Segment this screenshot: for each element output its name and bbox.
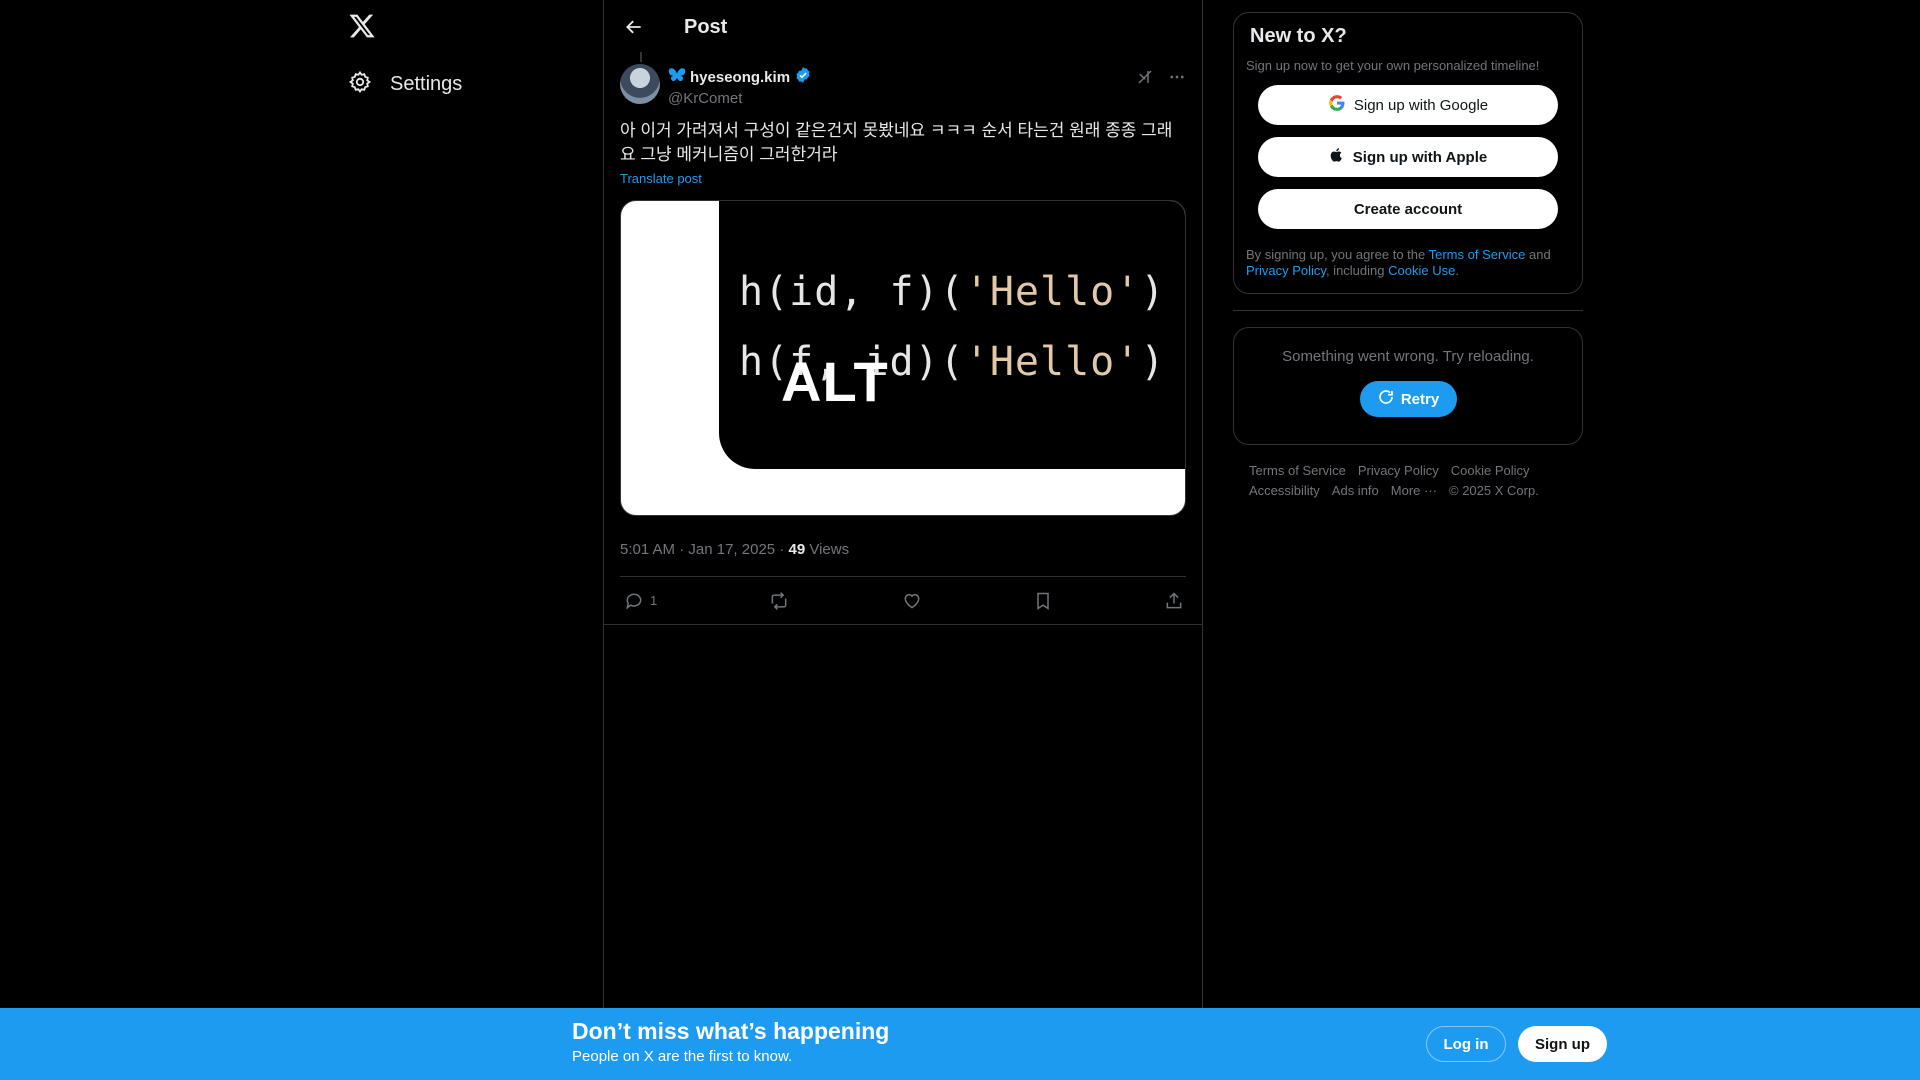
nav-settings[interactable]: Settings [348,70,462,99]
avatar[interactable] [620,64,660,104]
translate-post-link[interactable]: Translate post [620,171,702,186]
banner-subline: People on X are the first to know. [572,1048,793,1065]
post-date[interactable]: Jan 17, 2025 [688,541,775,558]
error-message: Something went wrong. Try reloading. [1282,348,1534,365]
google-icon [1328,94,1346,116]
page-title: Post [684,15,728,38]
action-bar: 1 [620,576,1186,624]
footer-link[interactable]: Cookie Policy [1451,461,1530,481]
signup-apple-label: Sign up with Apple [1352,148,1488,166]
signup-button[interactable]: Sign up [1518,1026,1607,1062]
bookmark-button[interactable] [1033,591,1053,611]
code-screenshot: h(id, f)('Hello') // h(f, id)('Hello') /… [719,201,1185,469]
banner-headline: Don’t miss what’s happening [572,1018,890,1044]
signup-card-title: New to X? [1250,25,1347,47]
post: hyeseong.kim @KrComet 아 이거 가려져서 구성이 같은건지… [604,52,1202,625]
legal-prefix: By signing up, you agree to the [1246,247,1429,262]
nav-settings-label: Settings [390,73,463,95]
footer-link[interactable]: Ads info [1332,481,1379,501]
repost-icon [772,591,787,610]
terms-link[interactable]: Terms of Service [1429,247,1526,262]
right-sidebar: New to X? Sign up now to get your own pe… [1233,12,1583,501]
views-label: Views [809,541,850,558]
footer-more-link[interactable]: More ··· [1391,481,1437,501]
post-time[interactable]: 5:01 AM [620,541,675,558]
post-text: 아 이거 가려져서 구성이 같은건지 못봤네요 ㅋㅋㅋ 순서 타는건 원래 종종… [620,121,1173,164]
legal-including: , including [1325,263,1389,278]
meta-separator: · [679,541,689,558]
author-handle[interactable]: @KrComet [668,90,812,107]
retry-label: Retry [1400,390,1440,408]
privacy-link[interactable]: Privacy Policy [1246,263,1326,278]
repost-button[interactable] [768,591,790,611]
author-name[interactable]: hyeseong.kim [690,69,790,86]
bookmark-icon [1037,592,1049,610]
footer-link[interactable]: Accessibility [1249,481,1320,501]
apple-icon [1329,146,1345,168]
post-header: Post [604,0,1202,54]
author-info: hyeseong.kim @KrComet [668,66,812,107]
signup-legal-text: By signing up, you agree to the Terms of… [1246,247,1570,279]
main-column: Post hyeseong.kim @KrComet 아 이거 가려져서 구성이… [603,0,1203,1080]
retry-button[interactable]: Retry [1359,381,1457,417]
author-name-row: hyeseong.kim [668,66,812,89]
signup-google-button[interactable]: Sign up with Google [1258,85,1558,125]
post-author: hyeseong.kim @KrComet [620,54,1186,107]
footer-link[interactable]: Privacy Policy [1358,461,1439,481]
login-button[interactable]: Log in [1426,1026,1506,1062]
more-options-icon[interactable] [1168,68,1186,91]
cookie-use-link[interactable]: Cookie Use [1388,263,1455,278]
signup-card: New to X? Sign up now to get your own pe… [1233,12,1583,294]
like-button[interactable] [902,591,922,611]
legal-and: and [1525,247,1551,262]
refresh-icon [1377,388,1395,410]
signup-apple-button[interactable]: Sign up with Apple [1258,137,1558,177]
legal-end: . [1455,263,1459,278]
butterfly-icon [668,67,686,88]
divider [604,624,1202,625]
share-icon [1166,591,1182,608]
code-line-1: h(id, f)('Hello') // [739,269,1185,315]
alt-badge[interactable]: ALT [781,349,889,414]
views-count: 49 [788,541,806,558]
error-card: Something went wrong. Try reloading. Ret… [1233,327,1583,445]
gear-icon [348,70,372,99]
post-image[interactable]: h(id, f)('Hello') // h(f, id)('Hello') /… [620,200,1186,516]
share-button[interactable] [1164,591,1184,611]
reply-icon [626,593,642,609]
x-logo-icon[interactable] [348,12,380,44]
divider [1233,310,1583,311]
signup-google-label: Sign up with Google [1353,96,1489,114]
copyright: © 2025 X Corp. [1449,483,1539,498]
footer-link[interactable]: Terms of Service [1249,461,1346,481]
heart-icon [904,593,920,609]
back-arrow-icon[interactable] [620,13,648,41]
signup-banner: Don’t miss what’s happening People on X … [0,1008,1920,1080]
grok-icon[interactable] [1136,68,1154,91]
post-top-actions [1136,68,1186,91]
verified-badge-icon [794,66,812,89]
reply-count: 1 [650,593,658,608]
footer-links: Terms of Service Privacy Policy Cookie P… [1233,461,1583,501]
create-account-button[interactable]: Create account [1258,189,1558,229]
post-meta: 5:01 AM · Jan 17, 2025 · 49 Views [620,534,1186,566]
signup-card-subtitle: Sign up now to get your own personalized… [1246,58,1540,73]
reply-button[interactable]: 1 [624,591,657,611]
page-root: Settings Post hyeseong.kim @KrComet 아 이거… [0,0,1920,1080]
